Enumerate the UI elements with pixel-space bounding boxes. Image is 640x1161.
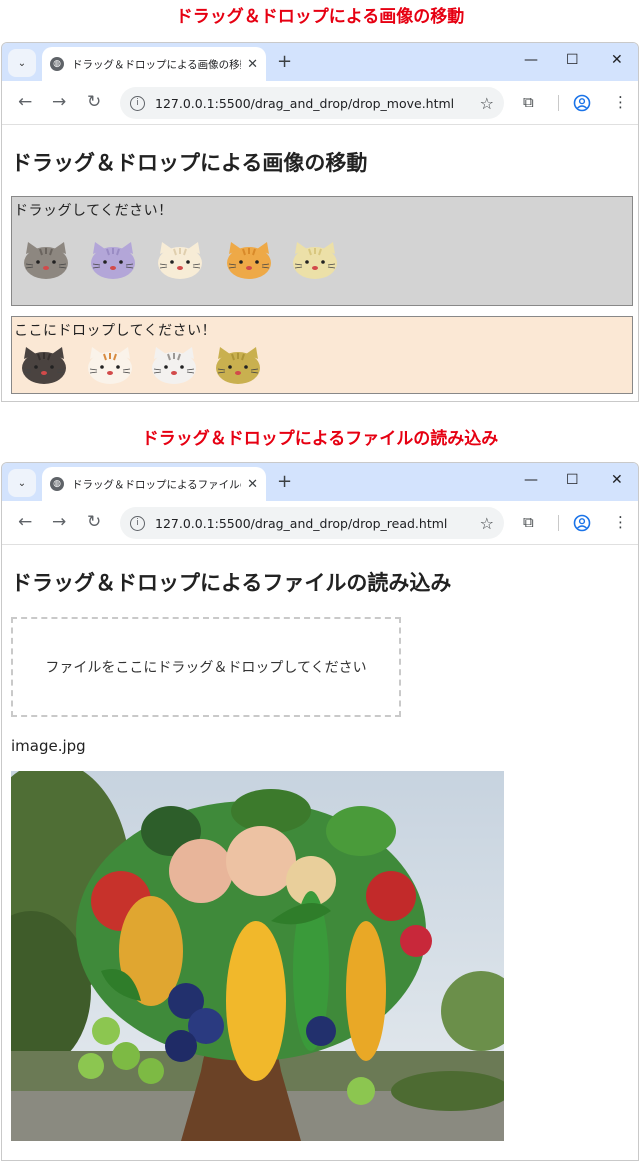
kebab-menu-icon[interactable]: ⋮ — [613, 93, 628, 111]
close-icon[interactable]: ✕ — [247, 57, 258, 72]
star-icon[interactable]: ☆ — [480, 94, 494, 113]
drag-source-area[interactable]: ドラッグしてください！ — [11, 196, 633, 306]
close-icon[interactable]: ✕ — [247, 477, 258, 492]
tab-title: ドラッグ＆ドロップによるファイルの読み込み — [72, 478, 241, 491]
plus-icon[interactable]: + — [277, 471, 292, 492]
cat-image-pale-yellow[interactable] — [289, 240, 341, 280]
info-icon[interactable]: i — [130, 515, 145, 531]
caption-image-move: ドラッグ＆ドロップによる画像の移動 — [175, 7, 465, 27]
globe-icon: ◍ — [50, 477, 64, 491]
drag-label: ドラッグしてください！ — [14, 203, 173, 219]
caption-file-read: ドラッグ＆ドロップによるファイルの読み込み — [141, 429, 499, 449]
address-bar[interactable]: i 127.0.0.1:5500/drag_and_drop/drop_move… — [120, 87, 504, 119]
forward-icon[interactable]: → — [52, 512, 66, 532]
browser-window-move: ⌄ ◍ ドラッグ＆ドロップによる画像の移動 ✕ + — ☐ ✕ ← → ↻ i … — [1, 42, 639, 402]
info-icon[interactable]: i — [130, 95, 145, 111]
toolbar-divider — [558, 515, 559, 531]
cat-image-orange-tabby[interactable] — [223, 240, 275, 280]
cat-image-olive[interactable] — [212, 345, 264, 385]
drop-target-area[interactable]: ここにドロップしてください！ — [11, 316, 633, 394]
cat-image-white-gray[interactable] — [148, 345, 200, 385]
file-drop-area[interactable]: ファイルをここにドラッグ＆ドロップしてください — [11, 617, 401, 717]
cat-image-lavender[interactable] — [87, 240, 139, 280]
globe-icon: ◍ — [50, 57, 64, 71]
tab-title: ドラッグ＆ドロップによる画像の移動 — [72, 58, 242, 71]
minimize-icon[interactable]: — — [524, 52, 538, 68]
url-text: 127.0.0.1:5500/drag_and_drop/drop_read.h… — [155, 515, 448, 531]
cat-image-calico[interactable] — [84, 345, 136, 385]
toolbar: ← → ↻ i 127.0.0.1:5500/drag_and_drop/dro… — [2, 81, 638, 125]
puzzle-icon[interactable]: ⧉ — [523, 513, 534, 531]
window-close-icon[interactable]: ✕ — [611, 52, 623, 68]
back-icon[interactable]: ← — [18, 512, 32, 532]
loaded-file-name: image.jpg — [11, 737, 86, 755]
tab-bar: ⌄ ◍ ドラッグ＆ドロップによる画像の移動 ✕ + — ☐ ✕ — [2, 43, 638, 81]
cat-image-cream[interactable] — [154, 240, 206, 280]
back-icon[interactable]: ← — [18, 92, 32, 112]
tab-active[interactable]: ◍ ドラッグ＆ドロップによる画像の移動 ✕ — [42, 47, 266, 81]
drop-label: ここにドロップしてください！ — [14, 323, 217, 339]
cat-image-dark[interactable] — [18, 345, 70, 385]
browser-window-read: ⌄ ◍ ドラッグ＆ドロップによるファイルの読み込み ✕ + — ☐ ✕ ← → … — [1, 462, 639, 1161]
tab-search-icon[interactable]: ⌄ — [8, 469, 36, 497]
loaded-image-fruit-tree-sculpture — [11, 771, 504, 1141]
page-title: ドラッグ＆ドロップによるファイルの読み込み — [11, 571, 452, 595]
tab-search-icon[interactable]: ⌄ — [8, 49, 36, 77]
maximize-icon[interactable]: ☐ — [566, 52, 579, 68]
tab-active[interactable]: ◍ ドラッグ＆ドロップによるファイルの読み込み ✕ — [42, 467, 266, 501]
forward-icon[interactable]: → — [52, 92, 66, 112]
reload-icon[interactable]: ↻ — [87, 512, 101, 532]
window-close-icon[interactable]: ✕ — [611, 472, 623, 488]
url-text: 127.0.0.1:5500/drag_and_drop/drop_move.h… — [155, 95, 455, 111]
toolbar: ← → ↻ i 127.0.0.1:5500/drag_and_drop/dro… — [2, 501, 638, 545]
puzzle-icon[interactable]: ⧉ — [523, 93, 534, 111]
file-drop-text: ファイルをここにドラッグ＆ドロップしてください — [45, 660, 367, 676]
cat-image-gray-tabby[interactable] — [20, 240, 72, 280]
kebab-menu-icon[interactable]: ⋮ — [613, 513, 628, 531]
page-title: ドラッグ＆ドロップによる画像の移動 — [11, 151, 368, 175]
minimize-icon[interactable]: — — [524, 472, 538, 488]
toolbar-divider — [558, 95, 559, 111]
star-icon[interactable]: ☆ — [480, 514, 494, 533]
tab-bar: ⌄ ◍ ドラッグ＆ドロップによるファイルの読み込み ✕ + — ☐ ✕ — [2, 463, 638, 501]
profile-icon[interactable] — [573, 514, 591, 532]
plus-icon[interactable]: + — [277, 51, 292, 72]
maximize-icon[interactable]: ☐ — [566, 472, 579, 488]
reload-icon[interactable]: ↻ — [87, 92, 101, 112]
profile-icon[interactable] — [573, 94, 591, 112]
address-bar[interactable]: i 127.0.0.1:5500/drag_and_drop/drop_read… — [120, 507, 504, 539]
